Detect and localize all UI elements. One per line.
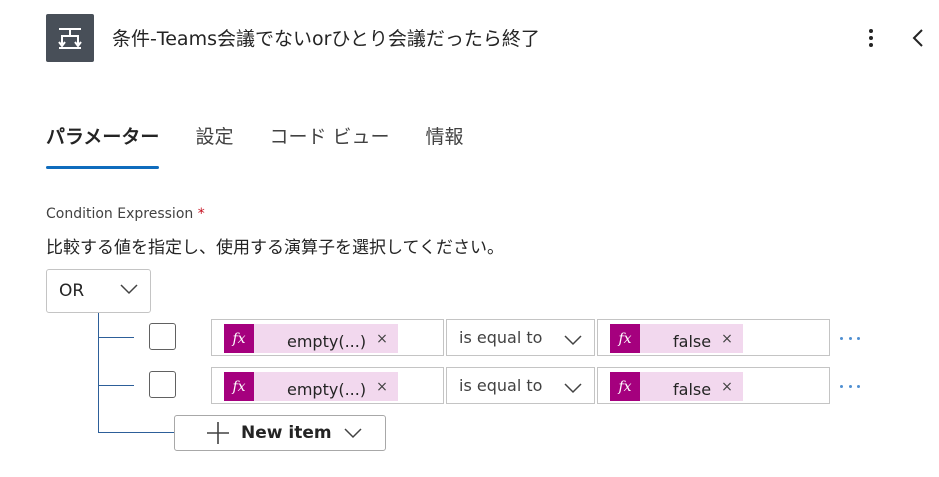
- token-text: empty(...): [287, 380, 367, 399]
- plus-icon: [207, 422, 229, 444]
- token-text: false: [673, 332, 712, 351]
- tab-settings[interactable]: 設定: [195, 122, 233, 170]
- required-marker: *: [197, 206, 205, 222]
- fx-icon: fx: [610, 324, 640, 353]
- operator-dropdown[interactable]: is equal to: [446, 319, 595, 356]
- operator-value: is equal to: [459, 328, 543, 347]
- operator-value: is equal to: [459, 376, 543, 395]
- fx-icon: fx: [224, 324, 254, 353]
- tree-branch-line: [98, 432, 174, 433]
- expression-token[interactable]: fx false ×: [610, 372, 743, 401]
- remove-token-icon[interactable]: ×: [721, 379, 733, 395]
- condition-expression-label: Condition Expression *: [46, 206, 205, 222]
- chevron-down-icon: [344, 428, 362, 439]
- right-operand-input[interactable]: fx false ×: [597, 319, 830, 356]
- row-select-checkbox[interactable]: [149, 323, 176, 350]
- expression-token[interactable]: fx false ×: [610, 324, 743, 353]
- tab-about[interactable]: 情報: [426, 122, 464, 170]
- row-more-icon[interactable]: [840, 331, 860, 345]
- condition-icon: [46, 14, 94, 62]
- expression-token[interactable]: fx empty(...) ×: [224, 372, 398, 401]
- action-title[interactable]: 条件-Teams会議でないorひとり会議だったら終了: [112, 26, 540, 52]
- tree-branch-line: [98, 385, 134, 386]
- tab-code-view[interactable]: コード ビュー: [269, 122, 389, 170]
- left-operand-input[interactable]: fx empty(...) ×: [211, 319, 444, 356]
- tab-parameters[interactable]: パラメーター: [46, 122, 160, 170]
- group-operator-value: OR: [59, 281, 85, 301]
- row-more-icon[interactable]: [840, 379, 860, 393]
- action-header: 条件-Teams会議でないorひとり会議だったら終了: [0, 0, 939, 80]
- remove-token-icon[interactable]: ×: [721, 331, 733, 347]
- token-text: false: [673, 380, 712, 399]
- chevron-down-icon: [564, 383, 582, 394]
- fx-icon: fx: [610, 372, 640, 401]
- remove-token-icon[interactable]: ×: [376, 379, 388, 395]
- more-vertical-icon[interactable]: [860, 25, 882, 51]
- remove-token-icon[interactable]: ×: [376, 331, 388, 347]
- chevron-left-icon[interactable]: [905, 24, 931, 52]
- token-text: empty(...): [287, 332, 367, 351]
- tree-vertical-line: [98, 313, 99, 433]
- operator-dropdown[interactable]: is equal to: [446, 367, 595, 404]
- right-operand-input[interactable]: fx false ×: [597, 367, 830, 404]
- new-item-label: New item: [241, 423, 332, 443]
- left-operand-input[interactable]: fx empty(...) ×: [211, 367, 444, 404]
- condition-label-text: Condition Expression: [46, 206, 194, 222]
- tree-branch-line: [98, 337, 134, 338]
- fx-icon: fx: [224, 372, 254, 401]
- condition-description: 比較する値を指定し、使用する演算子を選択してください。: [46, 238, 504, 258]
- chevron-down-icon: [564, 335, 582, 346]
- new-item-button[interactable]: New item: [174, 415, 386, 451]
- row-select-checkbox[interactable]: [149, 371, 176, 398]
- tab-list: パラメーター 設定 コード ビュー 情報: [46, 122, 500, 170]
- chevron-down-icon: [120, 284, 138, 295]
- group-operator-dropdown[interactable]: OR: [46, 269, 151, 313]
- expression-token[interactable]: fx empty(...) ×: [224, 324, 398, 353]
